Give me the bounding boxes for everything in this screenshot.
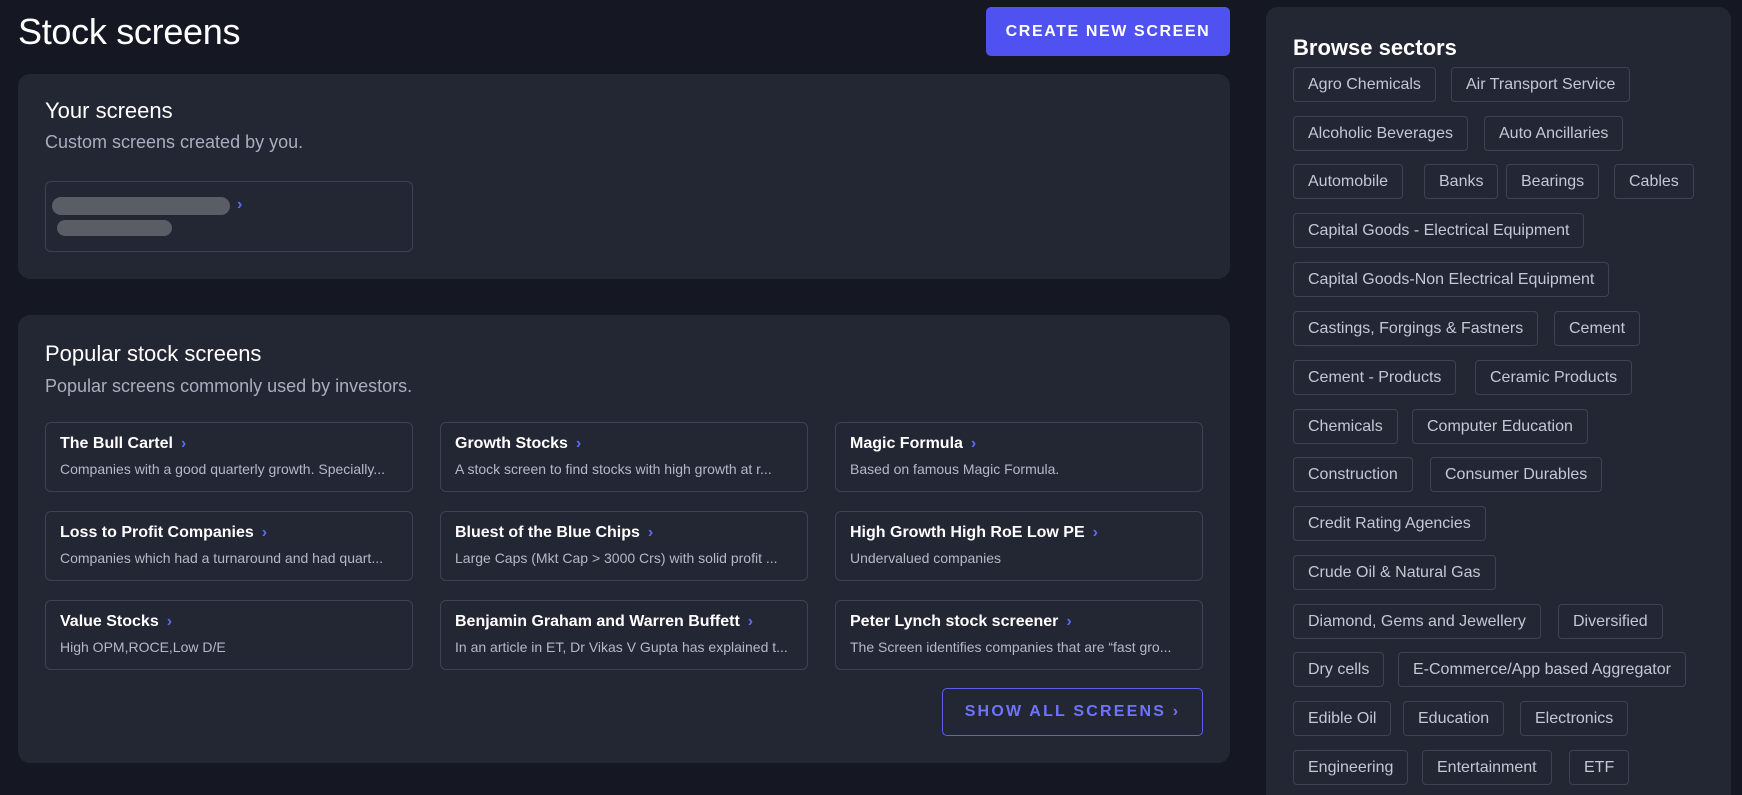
popular-screens-subtitle: Popular screens commonly used by investo… [45, 376, 413, 396]
sector-tag[interactable]: Chemicals [1293, 409, 1398, 444]
sector-tag[interactable]: Air Transport Service [1451, 67, 1631, 102]
chevron-right-icon: › [747, 613, 754, 630]
your-screens-subtitle: Custom screens created by you. [45, 132, 304, 152]
chevron-right-icon: › [237, 196, 243, 213]
page-title: Stock screens [18, 11, 241, 52]
sector-tag[interactable]: Capital Goods-Non Electrical Equipment [1293, 262, 1610, 297]
screen-item-the-bull-cartel[interactable]: The Bull Cartel › Companies with a good q… [45, 422, 413, 492]
sector-tag[interactable]: Diversified [1558, 604, 1663, 639]
screen-name-row: Magic Formula › [850, 435, 976, 453]
your-screens-card: Your screens Custom screens created by y… [18, 74, 1230, 279]
sector-tag[interactable]: Engineering [1293, 750, 1409, 785]
sector-tag[interactable]: Auto Ancillaries [1484, 116, 1624, 151]
sector-tag[interactable]: Edible Oil [1293, 701, 1392, 736]
browse-sectors-title: Browse sectors [1293, 35, 1457, 60]
sector-tag[interactable]: Computer Education [1412, 409, 1588, 444]
screen-name: Value Stocks [60, 613, 159, 630]
screen-item-loss-to-profit[interactable]: Loss to Profit Companies › Companies whic… [45, 511, 413, 581]
popular-screens-card: Popular stock screens Popular screens co… [18, 315, 1230, 763]
sector-tag[interactable]: Electronics [1520, 701, 1629, 736]
chevron-right-icon: › [261, 524, 268, 541]
screen-name-row: Loss to Profit Companies › [60, 524, 267, 542]
screen-item-graham-buffett[interactable]: Benjamin Graham and Warren Buffett › In a… [440, 600, 808, 670]
chevron-right-icon: › [1092, 524, 1098, 541]
sector-tag[interactable]: Ceramic Products [1475, 360, 1633, 395]
sector-tag[interactable]: Alcoholic Beverages [1293, 116, 1468, 151]
sector-tag[interactable]: Automobile [1293, 164, 1404, 199]
screen-name-row: Growth Stocks › [455, 435, 581, 453]
screen-item-peter-lynch[interactable]: Peter Lynch stock screener › The Screen i… [835, 600, 1203, 670]
sector-tag[interactable]: Cables [1614, 164, 1694, 199]
sector-tag[interactable]: ETF [1569, 750, 1630, 785]
screen-name-row: Bluest of the Blue Chips › [455, 524, 653, 542]
screen-name: Loss to Profit Companies [60, 524, 254, 541]
screen-name: The Bull Cartel [60, 435, 173, 452]
screen-description: High OPM,ROCE,Low D/E [60, 639, 226, 655]
sector-tag[interactable]: Credit Rating Agencies [1293, 506, 1486, 541]
screen-item-value-stocks[interactable]: Value Stocks › High OPM,ROCE,Low D/E [45, 600, 413, 670]
browse-sectors-panel: Browse sectors Agro Chemicals Air Transp… [1266, 7, 1731, 795]
loading-placeholder-bar [52, 197, 230, 215]
chevron-right-icon: › [575, 435, 582, 452]
screen-name-row: Benjamin Graham and Warren Buffett › [455, 613, 753, 631]
sector-tag[interactable]: Banks [1424, 164, 1499, 199]
screen-item-high-growth-high-roe[interactable]: High Growth High RoE Low PE › Undervalued… [835, 511, 1203, 581]
sector-tag[interactable]: Diamond, Gems and Jewellery [1293, 604, 1541, 639]
screen-item-bluest-blue-chips[interactable]: Bluest of the Blue Chips › Large Caps (Mk… [440, 511, 808, 581]
sector-tag[interactable]: E-Commerce/App based Aggregator [1398, 652, 1686, 687]
screen-description: In an article in ET, Dr Vikas V Gupta ha… [455, 639, 788, 655]
screen-name-row: Value Stocks › [60, 613, 172, 631]
screen-description: Undervalued companies [850, 550, 1001, 566]
screen-name: Bluest of the Blue Chips [455, 524, 640, 541]
sector-tag[interactable]: Crude Oil & Natural Gas [1293, 555, 1496, 590]
screen-item-growth-stocks[interactable]: Growth Stocks › A stock screen to find st… [440, 422, 808, 492]
sector-tag[interactable]: Agro Chemicals [1293, 67, 1436, 102]
chevron-right-icon: › [180, 435, 187, 452]
screen-name-row: The Bull Cartel › [60, 435, 186, 453]
sector-tag[interactable]: Entertainment [1422, 750, 1552, 785]
screen-description: Based on famous Magic Formula. [850, 461, 1060, 477]
screen-name: High Growth High RoE Low PE [850, 524, 1085, 541]
sector-tag[interactable]: Construction [1293, 457, 1413, 492]
show-all-screens-button[interactable]: SHOW ALL SCREENS › [942, 688, 1203, 736]
sector-tag[interactable]: Education [1403, 701, 1505, 736]
screen-description: The Screen identifies companies that are… [850, 639, 1172, 655]
chevron-right-icon: › [1066, 613, 1072, 630]
screen-name-row: Peter Lynch stock screener › [850, 613, 1072, 631]
screen-name: Benjamin Graham and Warren Buffett [455, 613, 740, 630]
screen-description: Companies with a good quarterly growth. … [60, 461, 386, 477]
screen-name-row: High Growth High RoE Low PE › [850, 524, 1098, 542]
chevron-right-icon: › [166, 613, 173, 630]
custom-screen-placeholder[interactable]: › [45, 181, 413, 252]
popular-screens-title: Popular stock screens [45, 341, 262, 366]
screen-name: Peter Lynch stock screener [850, 613, 1059, 630]
sector-tag[interactable]: Castings, Forgings & Fastners [1293, 311, 1539, 346]
sector-tag[interactable]: Capital Goods - Electrical Equipment [1293, 213, 1585, 248]
sector-tag[interactable]: Bearings [1506, 164, 1600, 199]
chevron-right-icon: › [970, 435, 977, 452]
screen-name: Magic Formula [850, 435, 963, 452]
chevron-right-icon: › [647, 524, 654, 541]
sector-tag[interactable]: Dry cells [1293, 652, 1385, 687]
screen-description: Large Caps (Mkt Cap > 3000 Crs) with sol… [455, 550, 778, 566]
sector-tag[interactable]: Cement - Products [1293, 360, 1457, 395]
screen-name: Growth Stocks [455, 435, 568, 452]
screen-description: Companies which had a turnaround and had… [60, 550, 383, 566]
your-screens-title: Your screens [45, 98, 173, 123]
create-new-screen-button[interactable]: CREATE NEW SCREEN [986, 7, 1230, 56]
screen-item-magic-formula[interactable]: Magic Formula › Based on famous Magic For… [835, 422, 1203, 492]
screen-description: A stock screen to find stocks with high … [455, 461, 772, 477]
sector-tag[interactable]: Consumer Durables [1430, 457, 1603, 492]
loading-placeholder-bar [57, 220, 172, 236]
sector-tag[interactable]: Cement [1554, 311, 1641, 346]
